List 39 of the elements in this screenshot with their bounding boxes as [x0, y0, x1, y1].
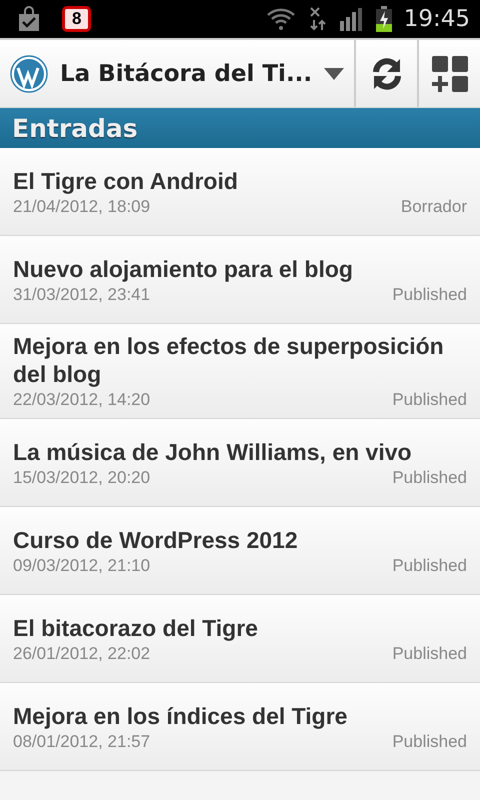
post-date: 08/01/2012, 21:57	[13, 732, 150, 752]
battery-charging-icon	[376, 6, 392, 32]
post-date: 09/03/2012, 21:10	[13, 556, 150, 576]
post-status: Published	[392, 644, 467, 664]
post-date: 21/04/2012, 18:09	[13, 196, 150, 216]
post-title: Curso de WordPress 2012	[13, 526, 299, 554]
post-date: 26/01/2012, 22:02	[13, 644, 150, 664]
post-title: Mejora en los efectos de superposición del blog	[13, 332, 445, 388]
post-title: El Tigre con Android	[13, 166, 239, 194]
post-item[interactable]: Mejora en los efectos de superposición del blog 22/03/2012, 14:20 Published	[0, 324, 480, 419]
post-status: Published	[392, 390, 467, 410]
post-title: El bitacorazo del Tigre	[13, 614, 259, 642]
post-date: 31/03/2012, 23:41	[13, 284, 150, 304]
post-item[interactable]: Curso de WordPress 2012 09/03/2012, 21:10 Published	[0, 507, 480, 595]
post-date: 15/03/2012, 20:20	[13, 468, 150, 488]
post-status: Published	[392, 468, 467, 488]
post-title: Mejora en los índices del Tigre	[13, 702, 348, 730]
no-data-icon	[308, 6, 328, 32]
notification-badge: 8	[62, 6, 92, 32]
post-title: La música de John Williams, en vivo	[13, 438, 413, 466]
post-item[interactable]: El Tigre con Android 21/04/2012, 18:09 Borrador	[0, 148, 480, 236]
post-item[interactable]: Mejora en los índices del Tigre 08/01/2012, 21:57 Published	[0, 683, 480, 771]
dropdown-arrow-icon	[324, 68, 344, 80]
post-item[interactable]: La música de John Williams, en vivo 15/03/2012, 20:20 Published	[0, 419, 480, 507]
add-widget-icon	[432, 56, 468, 92]
post-status: Published	[392, 556, 467, 576]
clock-time: 19:45	[404, 6, 470, 32]
post-item[interactable]: Nuevo alojamiento para el blog 31/03/2012, 23:41 Published	[0, 236, 480, 324]
post-status: Borrador	[400, 196, 467, 216]
post-date: 22/03/2012, 14:20	[13, 390, 150, 410]
wifi-icon	[266, 7, 296, 31]
section-title: Entradas	[12, 114, 138, 142]
post-status: Published	[392, 732, 467, 752]
wordpress-logo-icon	[10, 54, 48, 92]
post-status: Published	[392, 284, 467, 304]
signal-icon	[340, 7, 364, 31]
shopping-bag-icon	[18, 6, 40, 32]
post-title: Nuevo alojamiento para el blog	[13, 254, 354, 282]
post-item[interactable]: El bitacorazo del Tigre 26/01/2012, 22:02 Published	[0, 595, 480, 683]
